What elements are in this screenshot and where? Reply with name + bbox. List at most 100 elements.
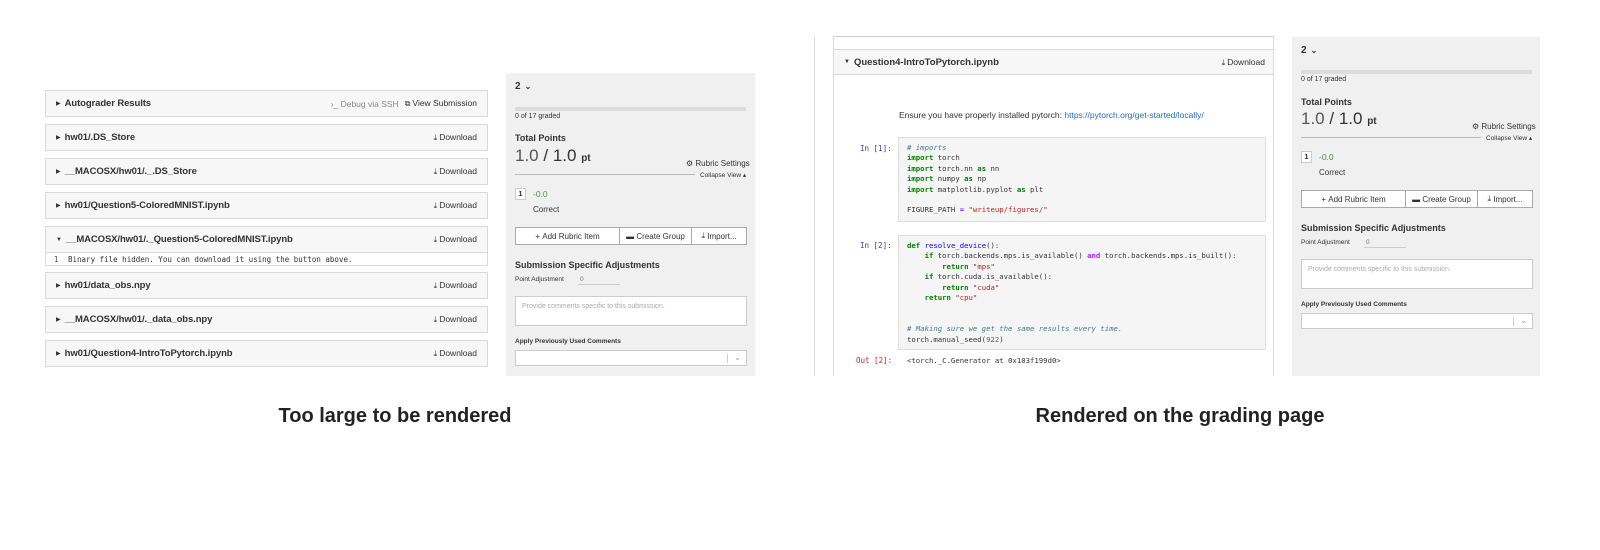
download-icon: ⤓: [433, 315, 438, 324]
code-cell-2: def resolve_device(): if torch.backends.…: [898, 235, 1266, 350]
rubric-settings-label: Rubric Settings: [695, 159, 750, 168]
score-display: 1.0 / 1.0 pt: [515, 146, 591, 166]
collapse-view-button[interactable]: Collapse View ▴: [700, 171, 746, 179]
cell-output: <torch._C.Generator at 0x103f199d0>: [907, 356, 1061, 365]
rubric-item-value: -0.0: [1319, 152, 1334, 162]
plus-icon: +: [1321, 194, 1327, 204]
comment-textarea[interactable]: Provide comments specific to this submis…: [515, 296, 747, 326]
file-name: Autograder Results: [64, 98, 151, 109]
download-icon: ⤓: [433, 349, 438, 358]
question-number: 2: [515, 81, 521, 92]
comment-textarea[interactable]: Provide comments specific to this submis…: [1301, 259, 1533, 289]
create-group-button[interactable]: ▬ Create Group: [620, 228, 692, 244]
caret-up-icon: ▴: [1528, 135, 1533, 142]
markdown-cell: Ensure you have properly installed pytor…: [899, 110, 1204, 120]
file-row[interactable]: ▶ __MACOSX/hw01/._data_obs.npy ⤓ Download: [45, 306, 488, 333]
previous-comments-select[interactable]: ⌄: [515, 350, 747, 366]
create-group-label: Create Group: [1422, 194, 1471, 204]
file-row-expanded[interactable]: ▼ __MACOSX/hw01/._Question5-ColoredMNIST…: [45, 226, 488, 253]
rubric-settings-button[interactable]: ⚙ Rubric Settings: [686, 159, 750, 168]
file-name: __MACOSX/hw01/._Question5-ColoredMNIST.i…: [65, 234, 293, 245]
create-group-label: Create Group: [636, 231, 685, 241]
plus-icon: +: [535, 231, 541, 241]
pytorch-link[interactable]: https://pytorch.org/get-started/locally/: [1064, 110, 1203, 120]
download-button[interactable]: ⤓ Download: [434, 280, 477, 291]
caret-right-icon: ▶: [56, 169, 61, 175]
rubric-settings-label: Rubric Settings: [1481, 122, 1536, 131]
rubric-button-group: + Add Rubric Item ▬ Create Group ⤓ Impor…: [1301, 190, 1533, 208]
chevron-down-icon: ⌄: [1310, 46, 1318, 55]
divider: [1301, 137, 1481, 138]
download-button[interactable]: ⤓ Download: [434, 200, 477, 211]
add-rubric-item-label: Add Rubric Item: [542, 231, 600, 241]
file-name: hw01/Question4-IntroToPytorch.ipynb: [64, 348, 233, 359]
rubric-button-group: + Add Rubric Item ▬ Create Group ⤓ Impor…: [515, 227, 747, 245]
point-adjustment-input[interactable]: [1364, 237, 1406, 248]
divider: [515, 174, 695, 175]
previous-comments-label: Apply Previously Used Comments: [515, 338, 621, 345]
score-value: 1.0: [1301, 109, 1325, 128]
download-label: Download: [439, 234, 477, 244]
download-button[interactable]: ⤓ Download: [1222, 57, 1265, 68]
debug-ssh-link[interactable]: ›_ Debug via SSH: [331, 99, 399, 109]
download-button[interactable]: ⤓ Download: [434, 166, 477, 177]
import-label: Import...: [707, 231, 737, 241]
score-max: 1.0: [552, 146, 577, 165]
rubric-settings-button[interactable]: ⚙ Rubric Settings: [1472, 122, 1536, 131]
add-rubric-item-button[interactable]: + Add Rubric Item: [516, 228, 620, 244]
download-icon: ⤓: [433, 167, 438, 176]
file-row[interactable]: ▶ hw01/Question5-ColoredMNIST.ipynb ⤓ Dow…: [45, 192, 488, 219]
file-name: hw01/data_obs.npy: [64, 280, 151, 291]
graded-count: 0 of 17 graded: [515, 113, 561, 120]
question-selector[interactable]: 2 ⌄: [1301, 45, 1317, 56]
collapse-view-button[interactable]: Collapse View ▴: [1486, 134, 1532, 142]
download-label: Download: [439, 348, 477, 358]
line-number: 1: [54, 254, 59, 264]
download-label: Download: [439, 200, 477, 210]
view-submission-button[interactable]: ⧉ View Submission: [405, 98, 477, 109]
file-row[interactable]: ▶ __MACOSX/hw01/._.DS_Store ⤓ Download: [45, 158, 488, 185]
rubric-item-number[interactable]: 1: [515, 188, 526, 200]
download-button[interactable]: ⤓ Download: [434, 132, 477, 143]
notebook-file-header[interactable]: ▼ Question4-IntroToPytorch.ipynb ⤓ Downlo…: [834, 49, 1273, 75]
download-button[interactable]: ⤓ Download: [434, 314, 477, 325]
file-row[interactable]: ▶ hw01/.DS_Store ⤓ Download: [45, 124, 488, 151]
rubric-item-description: Correct: [1319, 168, 1346, 177]
file-name: Question4-IntroToPytorch.ipynb: [853, 56, 999, 68]
download-button[interactable]: ⤓ Download: [434, 234, 477, 245]
caret-down-icon: ▼: [844, 59, 850, 65]
file-name: hw01/.DS_Store: [64, 132, 136, 143]
create-group-button[interactable]: ▬ Create Group: [1406, 191, 1478, 207]
download-label: Download: [439, 132, 477, 142]
input-prompt: In [2]:: [860, 241, 892, 250]
file-name: hw01/Question5-ColoredMNIST.ipynb: [64, 200, 230, 211]
caret-down-icon: ▼: [56, 236, 62, 243]
rubric-item-number[interactable]: 1: [1301, 151, 1312, 163]
score-value: 1.0: [515, 146, 539, 165]
question-selector[interactable]: 2 ⌄: [515, 81, 531, 92]
import-button[interactable]: ⤓ Import...: [1478, 191, 1532, 207]
point-adjustment-input[interactable]: [578, 274, 620, 285]
import-button[interactable]: ⤓ Import...: [692, 228, 746, 244]
add-rubric-item-label: Add Rubric Item: [1328, 194, 1386, 204]
file-row[interactable]: ▶ hw01/data_obs.npy ⤓ Download: [45, 272, 488, 299]
previous-comments-label: Apply Previously Used Comments: [1301, 301, 1407, 308]
question-number: 2: [1301, 45, 1307, 56]
caption-left: Too large to be rendered: [278, 405, 512, 427]
file-row[interactable]: ▶ hw01/Question4-IntroToPytorch.ipynb ⤓ D…: [45, 340, 488, 367]
download-button[interactable]: ⤓ Download: [434, 348, 477, 359]
code-cell-1: # imports import torch import torch.nn a…: [898, 137, 1266, 222]
add-rubric-item-button[interactable]: + Add Rubric Item: [1302, 191, 1406, 207]
file-row-autograder[interactable]: ▶ Autograder Results ›_ Debug via SSH ⧉ V…: [45, 90, 488, 117]
grading-sidebar-right: 2 ⌄ 0 of 17 graded Total Points 1.0 / 1.0…: [1292, 37, 1540, 376]
total-points-label: Total Points: [515, 133, 566, 143]
adjustments-title: Submission Specific Adjustments: [1301, 223, 1446, 233]
chevron-down-icon: ⌄: [734, 353, 741, 362]
score-separator: /: [538, 146, 553, 165]
folder-icon: ▬: [1412, 194, 1421, 204]
progress-bar: [515, 107, 746, 111]
select-separator: [1513, 317, 1514, 326]
notebook-viewer: ▼ Question4-IntroToPytorch.ipynb ⤓ Downlo…: [833, 36, 1274, 376]
previous-comments-select[interactable]: ⌄: [1301, 313, 1533, 329]
frame-border: [814, 36, 815, 376]
